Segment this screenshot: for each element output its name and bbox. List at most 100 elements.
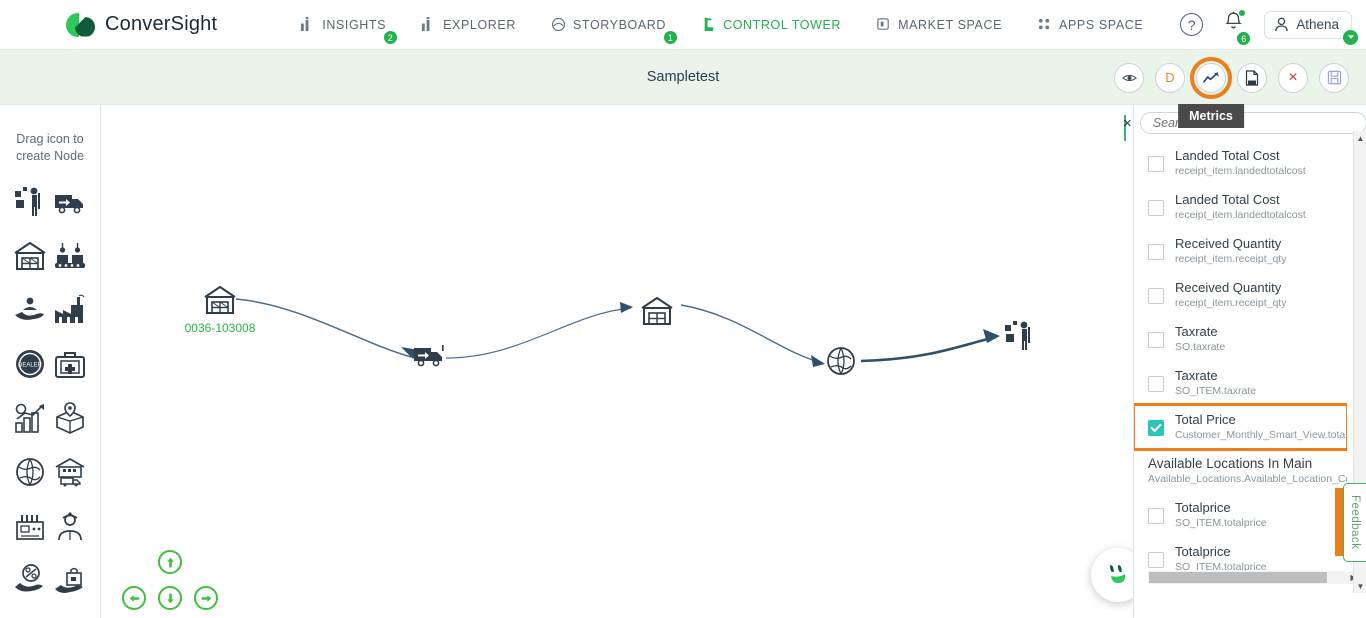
nav-item-apps-space[interactable]: APPS SPACE bbox=[1035, 13, 1145, 36]
metric-title: Total Price bbox=[1175, 412, 1236, 427]
save-button[interactable] bbox=[1319, 62, 1349, 93]
metric-field: Customer_Monthly_Smart_View.totalprice bbox=[1175, 429, 1347, 441]
metric-title: Taxrate bbox=[1175, 324, 1218, 339]
metric-list-item[interactable]: Totalprice SO_ITEM.totalprice bbox=[1134, 493, 1347, 537]
metric-checkbox[interactable] bbox=[1148, 200, 1164, 216]
metric-list-item[interactable]: Taxrate SO.taxrate bbox=[1134, 317, 1347, 361]
horizontal-scroll-thumb[interactable] bbox=[1149, 572, 1327, 583]
field-worker-icon[interactable] bbox=[53, 509, 87, 543]
palette-header-line2: create Node bbox=[15, 149, 85, 163]
hand-customer-icon[interactable] bbox=[13, 293, 47, 327]
metric-list-item[interactable]: Landed Total Cost receipt_item.landedtot… bbox=[1134, 141, 1347, 185]
metric-checkbox[interactable] bbox=[1148, 376, 1164, 392]
distribution-warehouse-node[interactable] bbox=[640, 294, 674, 328]
factory-icon[interactable] bbox=[53, 293, 87, 327]
metric-title: Available Locations In Main bbox=[1148, 456, 1313, 471]
nav-item-control-tower[interactable]: CONTROL TOWER bbox=[699, 13, 843, 36]
canvas-pan-controls bbox=[115, 540, 225, 610]
metric-title: Totalprice bbox=[1175, 500, 1231, 515]
truck-node[interactable] bbox=[412, 338, 446, 372]
pdf-export-button[interactable] bbox=[1237, 62, 1267, 93]
d-button-label: D bbox=[1165, 70, 1175, 85]
metrics-list[interactable]: Landed Total Cost receipt_item.landedtot… bbox=[1134, 141, 1347, 581]
arrow-up-icon bbox=[166, 557, 174, 567]
metric-list-item[interactable]: Taxrate SO_ITEM.taxrate bbox=[1134, 361, 1347, 405]
sub-header-bar: Sampletest D Metrics × bbox=[0, 50, 1366, 128]
analytics-growth-icon[interactable] bbox=[13, 401, 47, 435]
palette-icon-grid: DEALER bbox=[0, 165, 100, 618]
medical-kit-icon[interactable] bbox=[53, 347, 87, 381]
nav-item-market-space[interactable]: MARKET SPACE bbox=[874, 13, 1004, 36]
flow-edges bbox=[235, 298, 1000, 367]
metric-checkbox[interactable] bbox=[1148, 332, 1164, 348]
metric-checkbox[interactable] bbox=[1148, 156, 1164, 172]
palette-header-line1: Drag icon to bbox=[16, 132, 84, 146]
globe-icon bbox=[827, 347, 855, 375]
scroll-down-arrow-icon[interactable]: ▼ bbox=[1354, 579, 1366, 593]
metric-list-item[interactable]: Received Quantity receipt_item.receipt_q… bbox=[1134, 229, 1347, 273]
nav-label-apps-space: APPS SPACE bbox=[1059, 17, 1144, 32]
metric-list-item[interactable]: Available Locations In Main Available_Lo… bbox=[1134, 449, 1347, 493]
nav-badge-storyboard: 1 bbox=[663, 30, 679, 45]
assembly-line-icon[interactable] bbox=[53, 239, 87, 273]
metric-list-item[interactable]: Landed Total Cost receipt_item.landedtot… bbox=[1134, 185, 1347, 229]
control-panel-icon[interactable] bbox=[13, 509, 47, 543]
nav-item-insights[interactable]: INSIGHTS 2 bbox=[298, 13, 399, 45]
search-input[interactable] bbox=[1139, 112, 1366, 134]
warehouse-dispatch-icon[interactable] bbox=[53, 455, 87, 489]
horizontal-scrollbar[interactable]: ▶ bbox=[1148, 571, 1360, 584]
pan-up-button[interactable] bbox=[158, 550, 182, 574]
d-button[interactable]: D bbox=[1155, 62, 1185, 93]
metric-checkbox[interactable] bbox=[1148, 288, 1164, 304]
dealer-badge-icon[interactable]: DEALER bbox=[13, 347, 47, 381]
metric-list-item[interactable]: Received Quantity receipt_item.receipt_q… bbox=[1134, 273, 1347, 317]
nav-label-storyboard: STORYBOARD bbox=[573, 17, 667, 32]
metric-field: SO_ITEM.totalprice bbox=[1175, 517, 1267, 529]
pan-right-button[interactable] bbox=[194, 586, 218, 610]
worker-boxes-icon[interactable] bbox=[13, 185, 47, 219]
metric-title: Received Quantity bbox=[1175, 236, 1282, 251]
feedback-tab[interactable]: Feedback bbox=[1343, 483, 1366, 562]
help-icon[interactable]: ? bbox=[1180, 13, 1204, 36]
nav-item-storyboard[interactable]: STORYBOARD 1 bbox=[549, 13, 679, 45]
metric-field: receipt_item.receipt_qty bbox=[1175, 297, 1287, 309]
chat-smiley-icon bbox=[1110, 565, 1126, 583]
metric-title: Landed Total Cost bbox=[1175, 192, 1280, 207]
eye-icon bbox=[1121, 74, 1137, 81]
shopping-hand-icon[interactable] bbox=[53, 563, 87, 597]
metric-title: Taxrate bbox=[1175, 368, 1218, 383]
pan-left-button[interactable] bbox=[122, 586, 146, 610]
top-navigation-bar: ConverSight INSIGHTS 2 EXPLORER STORYBOA… bbox=[0, 0, 1366, 50]
metric-checkbox[interactable] bbox=[1148, 508, 1164, 524]
package-location-icon[interactable] bbox=[53, 401, 87, 435]
brand-logo-area[interactable]: ConverSight bbox=[66, 11, 217, 39]
close-panel-icon[interactable]: × bbox=[1123, 116, 1132, 131]
notifications-bell-icon[interactable]: 6 bbox=[1223, 10, 1252, 46]
delivery-truck-icon[interactable] bbox=[53, 185, 87, 219]
metric-checkbox-checked[interactable] bbox=[1148, 420, 1164, 436]
view-eye-button[interactable] bbox=[1114, 62, 1144, 93]
metric-title: Landed Total Cost bbox=[1175, 148, 1280, 163]
bar-chart-icon bbox=[300, 17, 315, 32]
pan-down-button[interactable] bbox=[158, 586, 182, 610]
warehouse-node[interactable]: 0036-103008 bbox=[185, 283, 255, 335]
brand-name: ConverSight bbox=[105, 13, 218, 35]
app-root: ConverSight INSIGHTS 2 EXPLORER STORYBOA… bbox=[0, 0, 1366, 618]
globe-icon[interactable] bbox=[13, 455, 47, 489]
metric-checkbox[interactable] bbox=[1148, 244, 1164, 260]
nav-item-explorer[interactable]: EXPLORER bbox=[419, 13, 518, 36]
node-palette-sidebar: Drag icon to create Node DEALER bbox=[0, 105, 101, 618]
sub-header-toolbar: D Metrics × bbox=[1114, 50, 1349, 128]
metrics-button[interactable]: Metrics bbox=[1178, 56, 1244, 128]
scroll-up-arrow-icon[interactable]: ▲ bbox=[1354, 131, 1366, 145]
flow-canvas[interactable]: 0036-103008 bbox=[101, 105, 1133, 618]
metric-checkbox[interactable] bbox=[1148, 552, 1164, 568]
metric-list-item-selected[interactable]: Total Price Customer_Monthly_Smart_View.… bbox=[1134, 403, 1347, 451]
worker-boxes-node[interactable] bbox=[1003, 319, 1037, 353]
close-button[interactable]: × bbox=[1278, 62, 1308, 93]
user-menu-button[interactable]: Athena bbox=[1264, 10, 1358, 45]
globe-node[interactable] bbox=[824, 344, 858, 378]
pdf-file-icon bbox=[1245, 69, 1259, 86]
warehouse-icon[interactable] bbox=[13, 239, 47, 273]
discount-hand-icon[interactable] bbox=[13, 563, 47, 597]
